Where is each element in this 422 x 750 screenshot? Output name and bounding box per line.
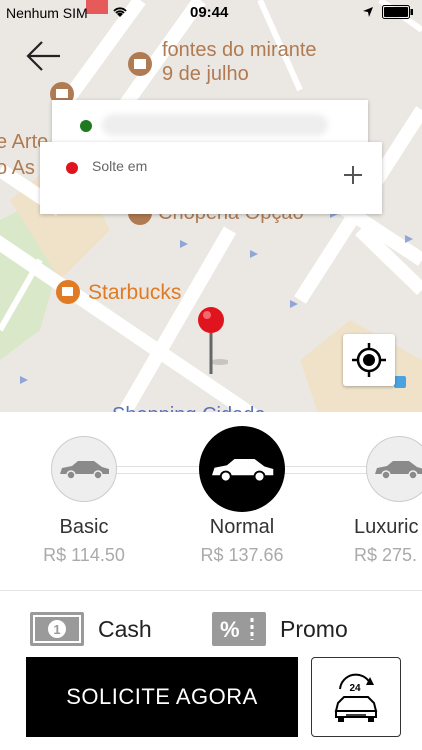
payment-promo-button[interactable]: % Promo [212, 612, 348, 646]
origin-dot-icon [80, 120, 92, 132]
car-price-luxury: R$ 275. [354, 545, 418, 565]
car-icon [375, 461, 422, 480]
ride-options-panel: Basic R$ 114.50 Normal R$ 137.66 Luxuric… [0, 412, 422, 750]
car-name-basic: Basic [59, 516, 109, 538]
battery-icon [382, 5, 413, 19]
car-price-basic: R$ 114.50 [43, 545, 125, 565]
car-name-normal: Normal [209, 516, 275, 538]
cash-icon: 1 [30, 612, 84, 646]
origin-address-blurred [102, 114, 328, 136]
destination-field[interactable]: Solte em [40, 142, 382, 214]
car-icon-normal-circle [199, 426, 285, 512]
carrier-label: Nenhum SIM [6, 5, 88, 21]
schedule-24-car-icon: 24 [334, 673, 378, 722]
destination-dot-icon [66, 162, 78, 174]
schedule-ride-button[interactable]: 24 [311, 657, 401, 737]
status-bar: Nenhum SIM 09:44 [0, 0, 422, 26]
wifi-icon [113, 7, 127, 17]
payment-cash-button[interactable]: 1 Cash [30, 612, 152, 646]
request-ride-button[interactable]: SOLICITE AGORA [26, 657, 298, 737]
promo-percent-icon: % [212, 612, 266, 646]
locate-me-button[interactable] [343, 334, 395, 386]
promo-label: Promo [280, 615, 348, 642]
clock: 09:44 [190, 4, 229, 21]
svg-text:1: 1 [53, 622, 60, 637]
svg-text:24: 24 [349, 683, 361, 694]
panel-divider [0, 590, 422, 591]
poi-fontes-mirante: fontes do mirante 9 de julho [162, 38, 317, 86]
car-option-luxury[interactable]: Luxuric R$ 275. [344, 436, 422, 566]
car-price-normal: R$ 137.66 [200, 545, 284, 565]
origin-field[interactable] [52, 100, 368, 144]
poi-label-line1: fontes do mirante [162, 39, 317, 61]
map-pin-icon[interactable] [196, 306, 228, 378]
svg-text:%: % [220, 617, 240, 642]
car-name-luxury: Luxuric [354, 516, 419, 538]
poi-starbucks: Starbucks [88, 281, 182, 304]
car-option-normal[interactable]: Normal R$ 137.66 [186, 426, 298, 566]
poi-partial-as: o As [0, 157, 35, 179]
car-icon-luxury-circle [366, 436, 422, 502]
back-arrow-icon[interactable] [26, 40, 62, 72]
car-icon [212, 459, 274, 483]
cash-label: Cash [98, 615, 152, 642]
car-icon-basic-circle [51, 436, 117, 502]
poi-label-line2: 9 de julho [162, 63, 249, 85]
car-option-basic[interactable]: Basic R$ 114.50 [29, 436, 139, 566]
destination-label: Solte em [92, 158, 148, 174]
plus-icon[interactable] [342, 164, 364, 186]
car-icon [60, 461, 109, 480]
crosshair-icon [352, 343, 386, 377]
map-view[interactable]: Nenhum SIM 09:44 fontes do mirante 9 de … [0, 0, 422, 420]
location-arrow-icon [363, 7, 373, 17]
status-indicators [362, 5, 414, 19]
